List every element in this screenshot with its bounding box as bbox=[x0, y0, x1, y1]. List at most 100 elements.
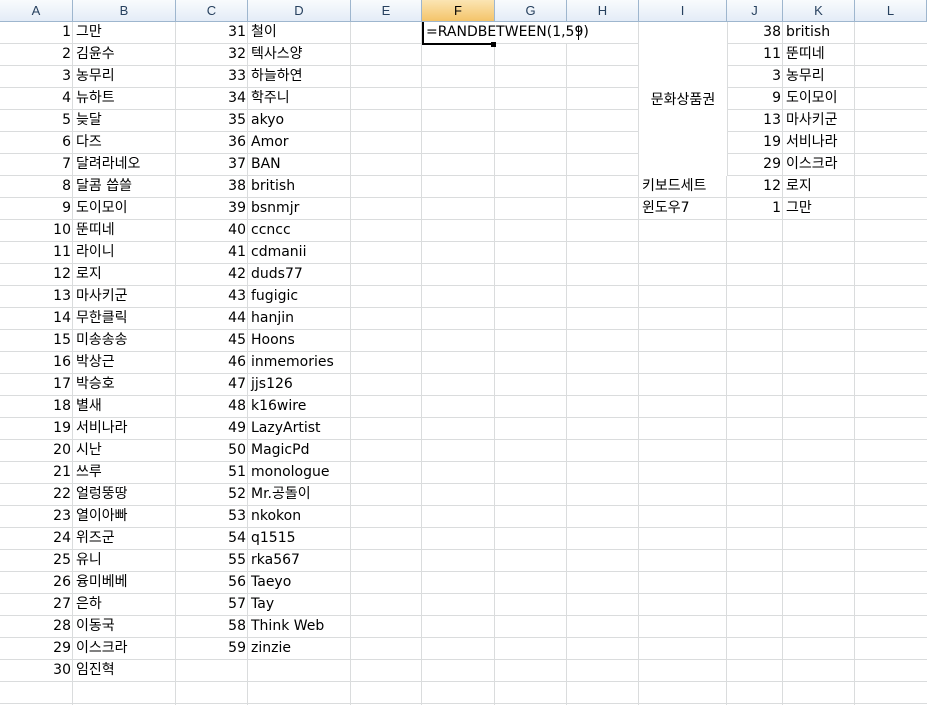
list-b-cell-number[interactable]: 53 bbox=[176, 506, 248, 527]
list-b-cell-name[interactable]: monologue bbox=[249, 462, 331, 483]
column-header-k[interactable]: K bbox=[783, 0, 855, 22]
list-b-cell-number[interactable]: 47 bbox=[176, 374, 248, 395]
list-b-cell-number[interactable]: 39 bbox=[176, 198, 248, 219]
list-b-cell-name[interactable]: Hoons bbox=[249, 330, 297, 351]
list-b-cell-name[interactable]: k16wire bbox=[249, 396, 308, 417]
list-b-cell-number[interactable]: 54 bbox=[176, 528, 248, 549]
list-a-cell-name[interactable]: 별새 bbox=[74, 396, 104, 417]
column-header-b[interactable]: B bbox=[73, 0, 176, 22]
winner-cell-number[interactable]: 19 bbox=[727, 132, 783, 153]
list-b-cell-number[interactable]: 43 bbox=[176, 286, 248, 307]
list-b-cell-name[interactable]: cdmanii bbox=[249, 242, 308, 263]
winner-cell-number[interactable]: 3 bbox=[727, 66, 783, 87]
list-a-cell-name[interactable]: 라이니 bbox=[74, 242, 117, 263]
winner-cell-name[interactable]: 로지 bbox=[784, 176, 814, 197]
list-b-cell-number[interactable]: 56 bbox=[176, 572, 248, 593]
list-a-cell-number[interactable]: 4 bbox=[0, 88, 73, 109]
winner-cell-number[interactable]: 38 bbox=[727, 22, 783, 43]
list-a-cell-number[interactable]: 6 bbox=[0, 132, 73, 153]
list-b-cell-number[interactable]: 44 bbox=[176, 308, 248, 329]
winner-cell-name[interactable]: 서비나라 bbox=[784, 132, 840, 153]
list-a-cell-name[interactable]: 은하 bbox=[74, 594, 104, 615]
list-a-cell-number[interactable]: 26 bbox=[0, 572, 73, 593]
list-a-cell-number[interactable]: 7 bbox=[0, 154, 73, 175]
column-header-c[interactable]: C bbox=[176, 0, 248, 22]
list-a-cell-name[interactable]: 박승호 bbox=[74, 374, 117, 395]
list-b-cell-number[interactable]: 36 bbox=[176, 132, 248, 153]
list-a-cell-number[interactable]: 27 bbox=[0, 594, 73, 615]
list-b-cell-name[interactable]: Taeyo bbox=[249, 572, 293, 593]
list-b-cell-number[interactable]: 38 bbox=[176, 176, 248, 197]
list-a-cell-name[interactable]: 시난 bbox=[74, 440, 104, 461]
list-b-cell-name[interactable]: bsnmjr bbox=[249, 198, 301, 219]
list-a-cell-name[interactable]: 융미베베 bbox=[74, 572, 130, 593]
list-a-cell-name[interactable]: 달려라네오 bbox=[74, 154, 142, 175]
column-header-h[interactable]: H bbox=[567, 0, 639, 22]
list-b-cell-name[interactable]: hanjin bbox=[249, 308, 296, 329]
list-b-cell-number[interactable]: 41 bbox=[176, 242, 248, 263]
list-a-cell-number[interactable]: 12 bbox=[0, 264, 73, 285]
list-b-cell-name[interactable]: nkokon bbox=[249, 506, 303, 527]
list-a-cell-number[interactable]: 25 bbox=[0, 550, 73, 571]
list-a-cell-number[interactable]: 13 bbox=[0, 286, 73, 307]
list-b-cell-number[interactable]: 32 bbox=[176, 44, 248, 65]
winner-cell-number[interactable]: 11 bbox=[727, 44, 783, 65]
list-a-cell-number[interactable]: 2 bbox=[0, 44, 73, 65]
list-b-cell-number[interactable]: 45 bbox=[176, 330, 248, 351]
list-b-cell-name[interactable]: Amor bbox=[249, 132, 291, 153]
list-b-cell-number[interactable]: 59 bbox=[176, 638, 248, 659]
winner-cell-number[interactable]: 12 bbox=[727, 176, 783, 197]
list-a-cell-name[interactable]: 마사키군 bbox=[74, 286, 130, 307]
list-b-cell-number[interactable]: 34 bbox=[176, 88, 248, 109]
column-header-i[interactable]: I bbox=[639, 0, 727, 22]
list-b-cell-number[interactable]: 48 bbox=[176, 396, 248, 417]
list-b-cell-number[interactable]: 46 bbox=[176, 352, 248, 373]
winner-cell-number[interactable]: 9 bbox=[727, 88, 783, 109]
list-a-cell-name[interactable]: 이스크라 bbox=[74, 638, 130, 659]
list-a-cell-name[interactable]: 다즈 bbox=[74, 132, 104, 153]
list-b-cell-name[interactable]: inmemories bbox=[249, 352, 336, 373]
list-a-cell-name[interactable]: 김윤수 bbox=[74, 44, 117, 65]
list-a-cell-number[interactable]: 24 bbox=[0, 528, 73, 549]
list-a-cell-name[interactable]: 늦달 bbox=[74, 110, 104, 131]
list-b-cell-name[interactable]: Think Web bbox=[249, 616, 326, 637]
list-b-cell-name[interactable]: q1515 bbox=[249, 528, 298, 549]
list-b-cell-number[interactable]: 42 bbox=[176, 264, 248, 285]
column-header-j[interactable]: J bbox=[727, 0, 783, 22]
list-a-cell-name[interactable]: 그만 bbox=[74, 22, 104, 43]
list-b-cell-name[interactable]: zinzie bbox=[249, 638, 293, 659]
list-b-cell-name[interactable]: fugigic bbox=[249, 286, 300, 307]
list-a-cell-number[interactable]: 23 bbox=[0, 506, 73, 527]
column-header-l[interactable]: L bbox=[855, 0, 927, 22]
list-b-cell-name[interactable]: MagicPd bbox=[249, 440, 311, 461]
list-a-cell-number[interactable]: 30 bbox=[0, 660, 73, 681]
list-b-cell-name[interactable]: akyo bbox=[249, 110, 286, 131]
list-a-cell-name[interactable]: 임진혁 bbox=[74, 660, 117, 681]
merged-cell-prize-culture-voucher[interactable]: 문화상품권 bbox=[639, 22, 728, 176]
list-a-cell-number[interactable]: 15 bbox=[0, 330, 73, 351]
list-a-cell-number[interactable]: 21 bbox=[0, 462, 73, 483]
list-a-cell-name[interactable]: 박상근 bbox=[74, 352, 117, 373]
winner-cell-name[interactable]: 도이모이 bbox=[784, 88, 840, 109]
list-b-cell-number[interactable]: 52 bbox=[176, 484, 248, 505]
list-a-cell-number[interactable]: 1 bbox=[0, 22, 73, 43]
list-b-cell-name[interactable]: 텍사스양 bbox=[249, 44, 305, 65]
list-b-cell-number[interactable]: 33 bbox=[176, 66, 248, 87]
column-header-f[interactable]: F bbox=[422, 0, 495, 22]
list-b-cell-number[interactable]: 58 bbox=[176, 616, 248, 637]
list-b-cell-number[interactable]: 40 bbox=[176, 220, 248, 241]
list-b-cell-name[interactable]: Mr.공돌이 bbox=[249, 484, 313, 505]
list-a-cell-name[interactable]: 위즈군 bbox=[74, 528, 117, 549]
list-a-cell-name[interactable]: 서비나라 bbox=[74, 418, 130, 439]
list-b-cell-name[interactable]: 철이 bbox=[249, 22, 279, 43]
list-a-cell-number[interactable]: 19 bbox=[0, 418, 73, 439]
prize-label-keyboard[interactable]: 키보드세트 bbox=[640, 176, 708, 197]
list-a-cell-number[interactable]: 8 bbox=[0, 176, 73, 197]
list-a-cell-number[interactable]: 18 bbox=[0, 396, 73, 417]
list-a-cell-number[interactable]: 20 bbox=[0, 440, 73, 461]
prize-label-windows[interactable]: 윈도우7 bbox=[640, 198, 692, 219]
list-a-cell-name[interactable]: 열이아빠 bbox=[74, 506, 130, 527]
list-b-cell-number[interactable]: 31 bbox=[176, 22, 248, 43]
list-b-cell-name[interactable]: jjs126 bbox=[249, 374, 295, 395]
column-header-d[interactable]: D bbox=[248, 0, 351, 22]
